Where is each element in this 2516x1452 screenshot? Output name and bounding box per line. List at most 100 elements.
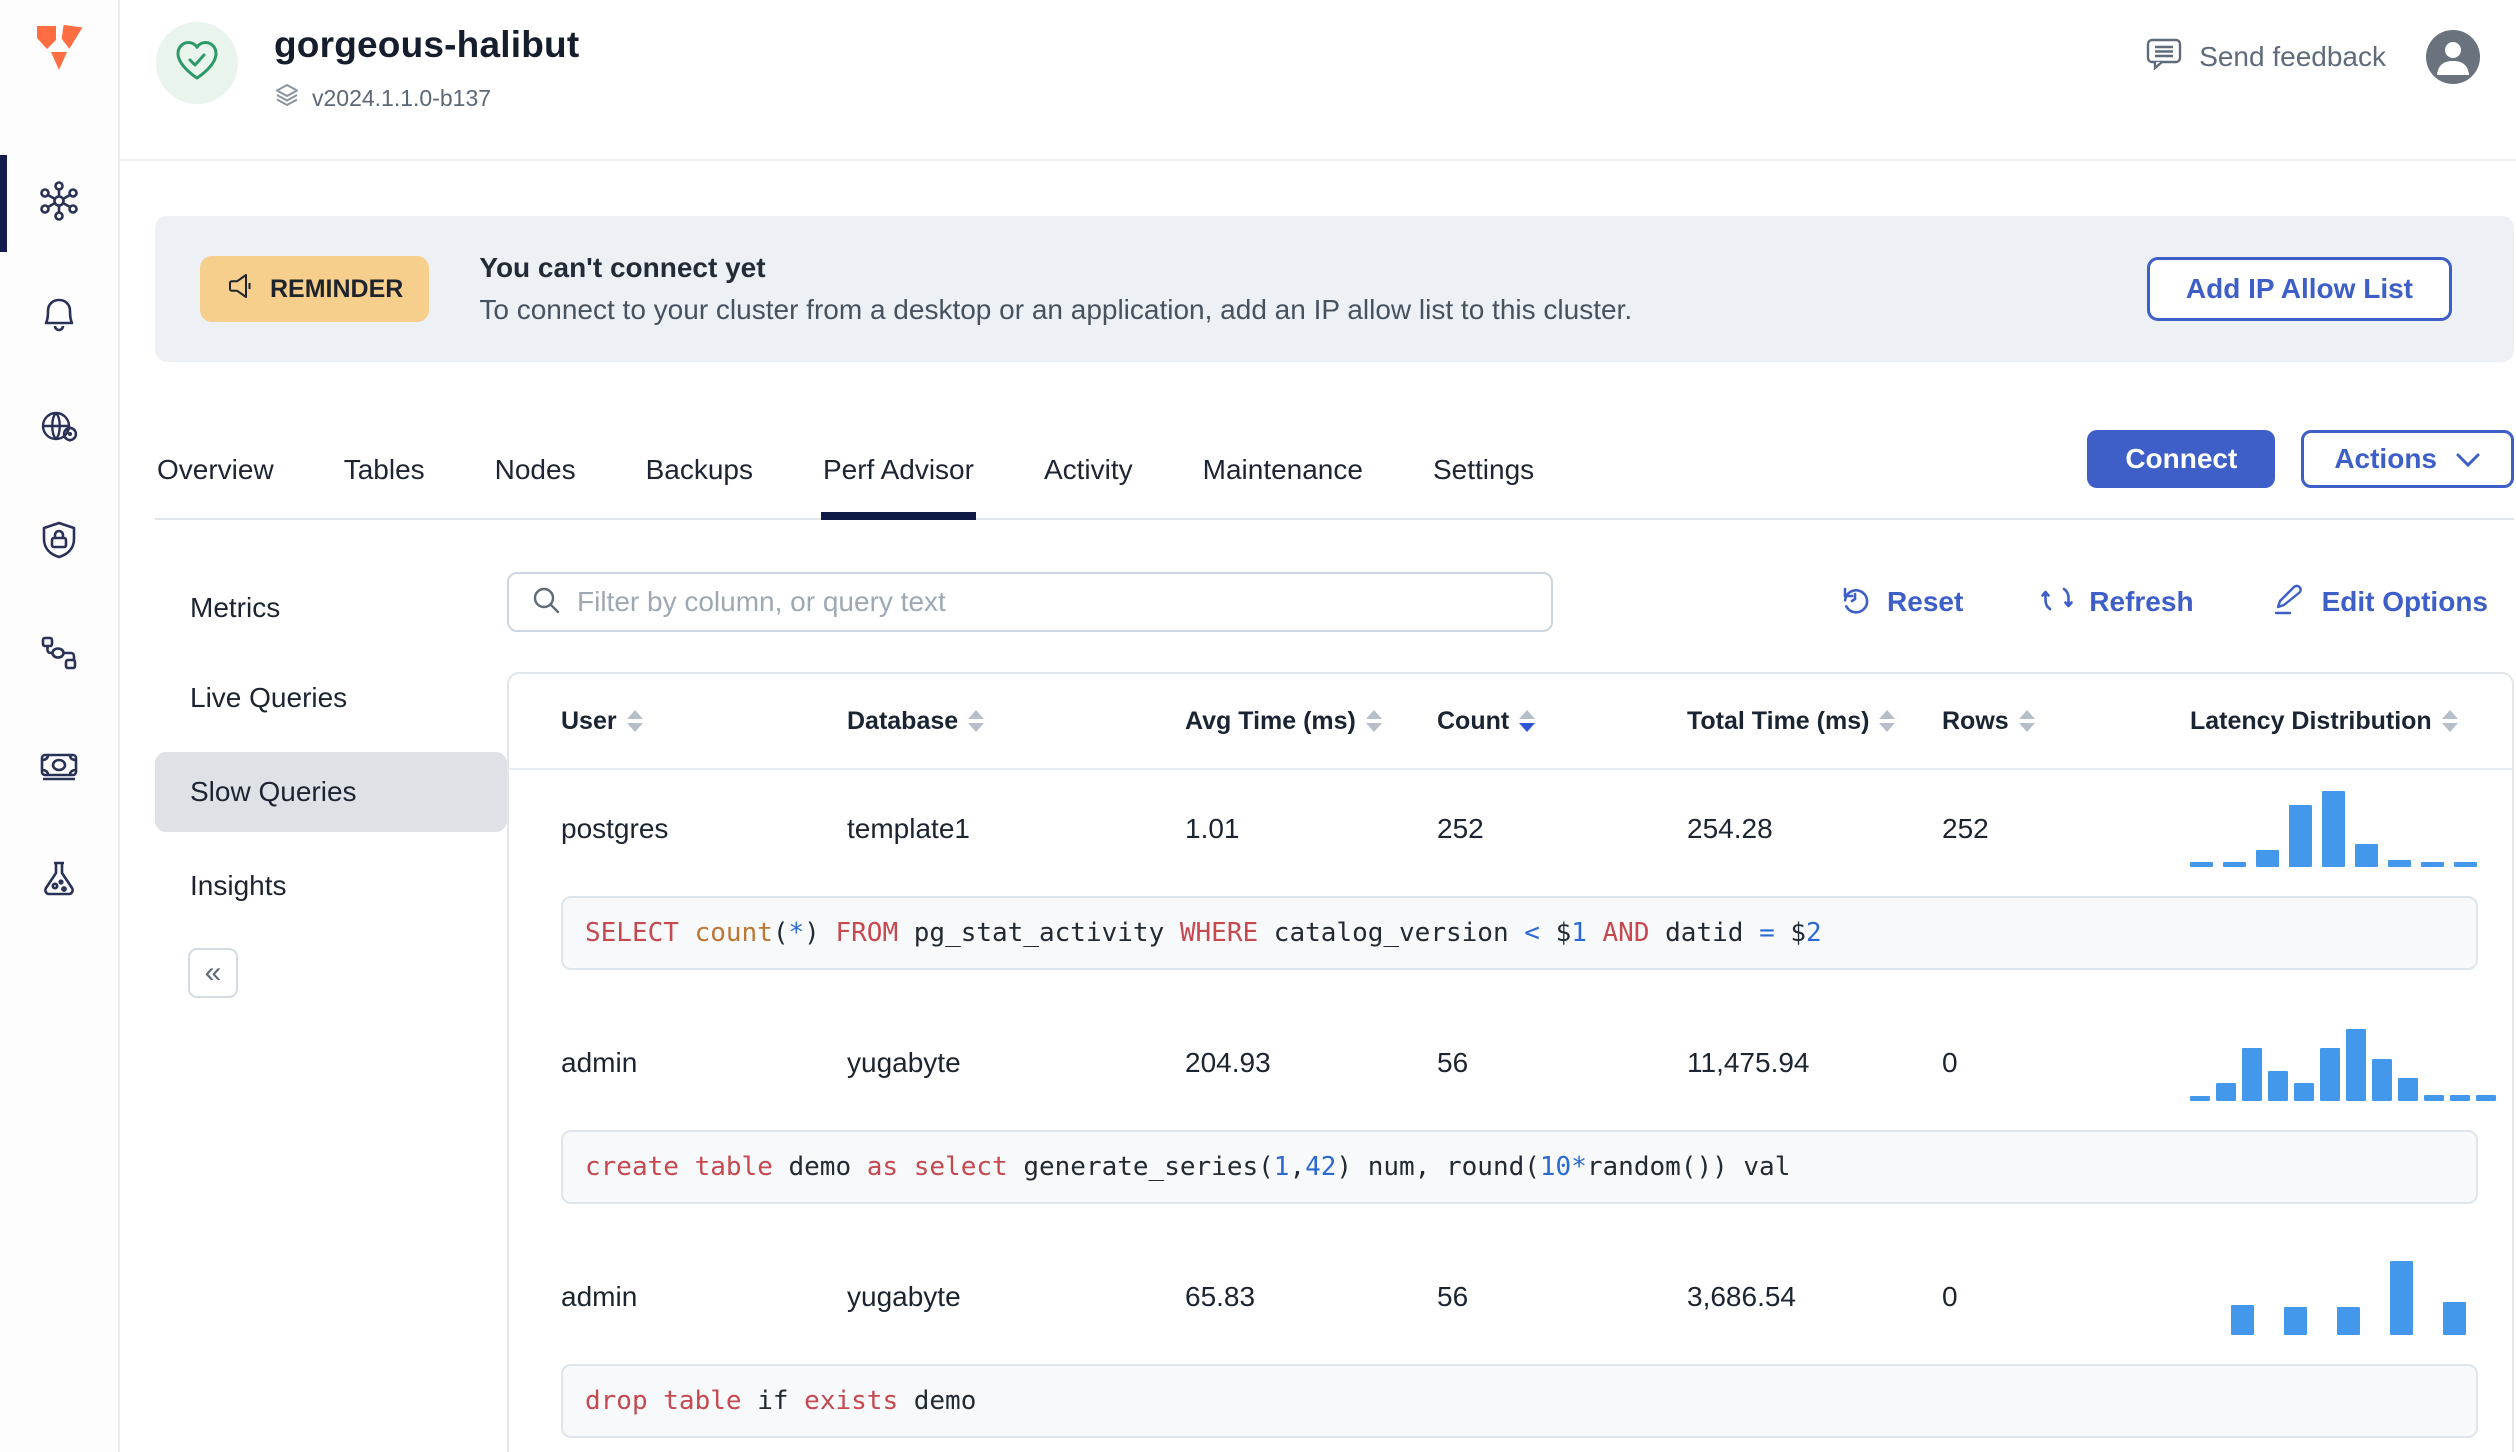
subnav-item-insights[interactable]: Insights xyxy=(155,850,507,922)
tab-maintenance[interactable]: Maintenance xyxy=(1201,436,1365,518)
edit-options-button[interactable]: Edit Options xyxy=(2272,582,2488,623)
table-row[interactable]: postgres template1 1.01 252 254.28 252 xyxy=(509,770,2512,888)
reset-icon xyxy=(1839,583,1871,622)
sort-arrows-icon xyxy=(968,710,985,732)
query-text[interactable]: SELECT count(*) FROM pg_stat_activity WH… xyxy=(561,896,2478,970)
tab-backups[interactable]: Backups xyxy=(644,436,755,518)
query-text[interactable]: create table demo as select generate_ser… xyxy=(561,1130,2478,1204)
sidebar-item-network[interactable] xyxy=(0,373,119,486)
add-ip-allow-list-button[interactable]: Add IP Allow List xyxy=(2146,257,2452,321)
cluster-health-badge xyxy=(156,22,238,104)
cluster-network-icon xyxy=(38,180,80,227)
heart-check-icon xyxy=(174,39,220,88)
query-text[interactable]: drop table if exists demo xyxy=(561,1364,2478,1438)
column-header-count[interactable]: Count xyxy=(1437,707,1687,736)
sidebar-item-integrations[interactable] xyxy=(0,599,119,712)
table-row[interactable]: admin yugabyte 65.83 56 3,686.54 0 xyxy=(509,1238,2512,1356)
column-label: Count xyxy=(1437,706,1510,735)
refresh-button[interactable]: Refresh xyxy=(2041,583,2194,622)
cell-user: admin xyxy=(561,1047,638,1078)
user-avatar[interactable] xyxy=(2426,30,2480,84)
column-label: Rows xyxy=(1942,706,2009,735)
reminder-badge-label: REMINDER xyxy=(270,274,404,303)
cell-total_time: 11,475.94 xyxy=(1687,1047,1810,1078)
tab-activity[interactable]: Activity xyxy=(1042,436,1135,518)
sort-arrows-icon xyxy=(626,710,643,732)
sort-arrows-icon xyxy=(1365,710,1382,732)
cell-database: template1 xyxy=(847,813,970,844)
sidebar-item-alerts[interactable] xyxy=(0,260,119,373)
subnav-item-metrics[interactable]: Metrics xyxy=(155,572,507,644)
cluster-version: v2024.1.1.0-b137 xyxy=(312,84,492,111)
cell-rows: 0 xyxy=(1942,1281,1958,1312)
table-header-row: User Database Avg Time (ms) Count Total Time… xyxy=(509,674,2512,770)
sidebar-item-billing[interactable] xyxy=(0,712,119,825)
sidebar-item-labs[interactable] xyxy=(0,825,119,938)
column-header-user[interactable]: User xyxy=(561,707,847,736)
cell-database: yugabyte xyxy=(847,1047,961,1078)
cell-total_time: 3,686.54 xyxy=(1687,1281,1796,1312)
sort-arrows-icon xyxy=(1519,710,1536,732)
cluster-header: gorgeous-halibut v2024.1.1.0-b137 Send f… xyxy=(120,0,2516,161)
actions-menu-button[interactable]: Actions xyxy=(2301,430,2514,488)
layers-icon xyxy=(274,82,300,114)
column-header-latency-distribution[interactable]: Latency Distribution xyxy=(2190,707,2512,736)
bell-icon xyxy=(38,293,80,340)
sidebar-item-security[interactable] xyxy=(0,486,119,599)
icon-sidebar xyxy=(0,0,120,1452)
actions-menu-label: Actions xyxy=(2334,443,2437,474)
edit-options-label: Edit Options xyxy=(2321,586,2488,617)
tab-overview[interactable]: Overview xyxy=(155,436,276,518)
column-label: Latency Distribution xyxy=(2190,706,2432,735)
cell-avg_time: 204.93 xyxy=(1185,1047,1271,1078)
globe-gear-icon xyxy=(38,406,80,453)
send-feedback-button[interactable]: Send feedback xyxy=(2145,36,2386,79)
app-root: gorgeous-halibut v2024.1.1.0-b137 Send f… xyxy=(0,0,2516,1452)
workflow-icon xyxy=(38,632,80,679)
tab-settings[interactable]: Settings xyxy=(1431,436,1536,518)
slow-queries-table: User Database Avg Time (ms) Count Total Time… xyxy=(507,672,2514,1452)
tab-perf-advisor[interactable]: Perf Advisor xyxy=(820,436,976,520)
table-body: postgres template1 1.01 252 254.28 252 SELECT … xyxy=(509,770,2512,1438)
tab-tables[interactable]: Tables xyxy=(342,436,427,518)
reminder-badge: REMINDER xyxy=(200,256,430,322)
table-row[interactable]: admin yugabyte 204.93 56 11,475.94 0 xyxy=(509,1004,2512,1122)
cell-latency-distribution xyxy=(2190,1259,2512,1335)
query-filter-box xyxy=(507,572,1553,632)
collapse-sidebar-button[interactable]: « xyxy=(188,948,238,998)
refresh-label: Refresh xyxy=(2089,586,2194,617)
cluster-name: gorgeous-halibut xyxy=(274,24,580,65)
column-label: Database xyxy=(847,706,959,735)
cell-rows: 252 xyxy=(1942,813,1989,844)
subnav-item-slow-queries[interactable]: Slow Queries xyxy=(155,752,507,832)
cluster-tabs: Overview Tables Nodes Backups Perf Advis… xyxy=(155,436,1536,520)
sidebar-item-clusters[interactable] xyxy=(0,147,119,260)
column-header-rows[interactable]: Rows xyxy=(1942,707,2190,736)
refresh-icon xyxy=(2041,583,2074,622)
column-header-avg-time-ms-[interactable]: Avg Time (ms) xyxy=(1185,707,1437,736)
cell-avg_time: 1.01 xyxy=(1185,813,1240,844)
connect-button[interactable]: Connect xyxy=(2087,430,2276,488)
tab-nodes[interactable]: Nodes xyxy=(493,436,578,518)
column-label: Avg Time (ms) xyxy=(1185,706,1356,735)
feedback-chat-icon xyxy=(2145,36,2183,79)
chevron-down-icon xyxy=(2455,443,2481,475)
cell-user: postgres xyxy=(561,813,669,844)
reset-button[interactable]: Reset xyxy=(1839,583,1963,622)
subnav-item-live-queries[interactable]: Live Queries xyxy=(155,662,507,734)
column-header-database[interactable]: Database xyxy=(847,707,1185,736)
cell-user: admin xyxy=(561,1281,638,1312)
shield-lock-icon xyxy=(38,519,80,566)
cell-count: 252 xyxy=(1437,813,1484,844)
send-feedback-label: Send feedback xyxy=(2199,41,2386,72)
banknote-icon xyxy=(38,745,80,792)
reminder-banner: REMINDER You can't connect yet To connec… xyxy=(155,216,2514,362)
latency-histogram xyxy=(2231,1259,2466,1335)
flask-icon xyxy=(38,858,80,905)
edit-pencil-icon xyxy=(2272,582,2306,623)
query-filter-input[interactable] xyxy=(577,586,1529,618)
yugabyte-logo[interactable] xyxy=(31,22,87,79)
latency-histogram xyxy=(2190,1025,2496,1101)
banner-message: To connect to your cluster from a deskto… xyxy=(479,294,1633,325)
column-header-total-time-ms-[interactable]: Total Time (ms) xyxy=(1687,707,1942,736)
